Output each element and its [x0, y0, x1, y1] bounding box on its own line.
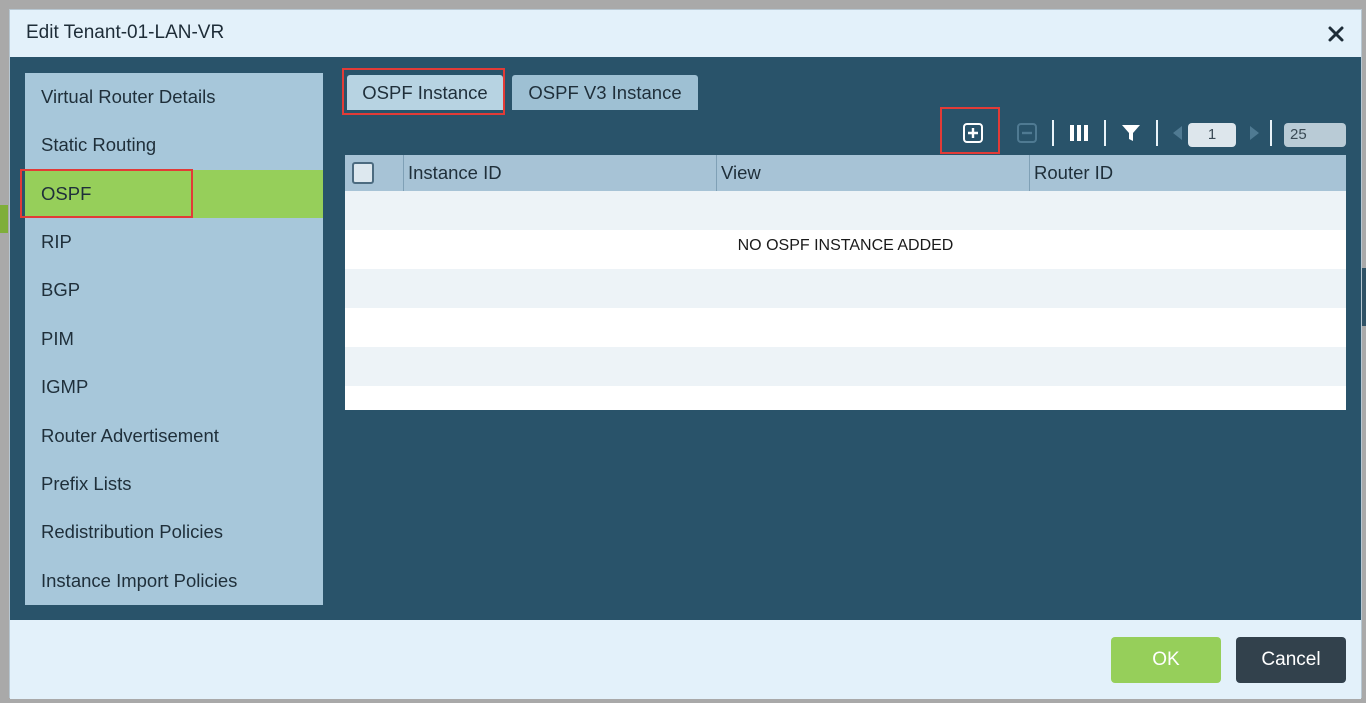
nav-item-pim[interactable]: PIM — [25, 315, 323, 363]
dialog-body: Virtual Router Details Static Routing OS… — [10, 57, 1361, 620]
nav-item-prefix-lists[interactable]: Prefix Lists — [25, 460, 323, 508]
tab-ospf-instance[interactable]: OSPF Instance — [347, 75, 503, 110]
remove-icon[interactable] — [1016, 122, 1038, 144]
toolbar-divider — [1104, 120, 1106, 146]
tab-ospf-v3-instance[interactable]: OSPF V3 Instance — [512, 75, 698, 110]
nav-item-static-routing[interactable]: Static Routing — [25, 121, 323, 169]
table-row — [345, 269, 1346, 308]
dialog-header: Edit Tenant-01-LAN-VR — [10, 10, 1361, 57]
page-number-input[interactable]: 1 — [1188, 123, 1236, 147]
nav-item-igmp[interactable]: IGMP — [25, 363, 323, 411]
ospf-instance-table: Instance ID View Router ID NO OSPF INSTA… — [345, 155, 1346, 410]
page-size-select[interactable]: 25 — [1284, 123, 1346, 147]
cancel-button[interactable]: Cancel — [1236, 637, 1346, 683]
dialog-footer: OK Cancel — [10, 620, 1361, 699]
column-header-instance-id[interactable]: Instance ID — [408, 155, 502, 191]
nav-item-rip[interactable]: RIP — [25, 218, 323, 266]
toolbar-divider — [1052, 120, 1054, 146]
column-divider — [1029, 155, 1030, 191]
table-row — [345, 308, 1346, 347]
toolbar-divider — [1270, 120, 1272, 146]
toolbar-divider — [1156, 120, 1158, 146]
edit-virtual-router-dialog: Edit Tenant-01-LAN-VR Virtual Router Det… — [9, 9, 1362, 699]
columns-icon[interactable] — [1068, 122, 1090, 144]
dialog-title: Edit Tenant-01-LAN-VR — [26, 22, 225, 43]
table-row — [345, 191, 1346, 230]
ok-button[interactable]: OK — [1111, 637, 1221, 683]
column-header-router-id[interactable]: Router ID — [1034, 155, 1113, 191]
filter-icon[interactable] — [1120, 122, 1142, 144]
close-icon[interactable] — [1325, 23, 1347, 45]
empty-table-message: NO OSPF INSTANCE ADDED — [737, 237, 954, 254]
table-row — [345, 347, 1346, 386]
select-all-checkbox[interactable] — [352, 162, 374, 184]
nav-item-instance-import-policies[interactable]: Instance Import Policies — [25, 557, 323, 605]
side-nav: Virtual Router Details Static Routing OS… — [25, 73, 323, 605]
previous-page-icon[interactable] — [1167, 122, 1189, 144]
next-page-icon[interactable] — [1243, 122, 1265, 144]
nav-item-router-advertisement[interactable]: Router Advertisement — [25, 412, 323, 460]
table-header: Instance ID View Router ID — [345, 155, 1346, 191]
nav-item-redistribution-policies[interactable]: Redistribution Policies — [25, 508, 323, 556]
add-icon[interactable] — [962, 122, 984, 144]
column-divider — [716, 155, 717, 191]
nav-item-bgp[interactable]: BGP — [25, 266, 323, 314]
nav-item-ospf[interactable]: OSPF — [25, 170, 323, 218]
background-accent — [0, 205, 8, 233]
column-divider — [403, 155, 404, 191]
column-header-view[interactable]: View — [721, 155, 761, 191]
nav-item-virtual-router-details[interactable]: Virtual Router Details — [25, 73, 323, 121]
